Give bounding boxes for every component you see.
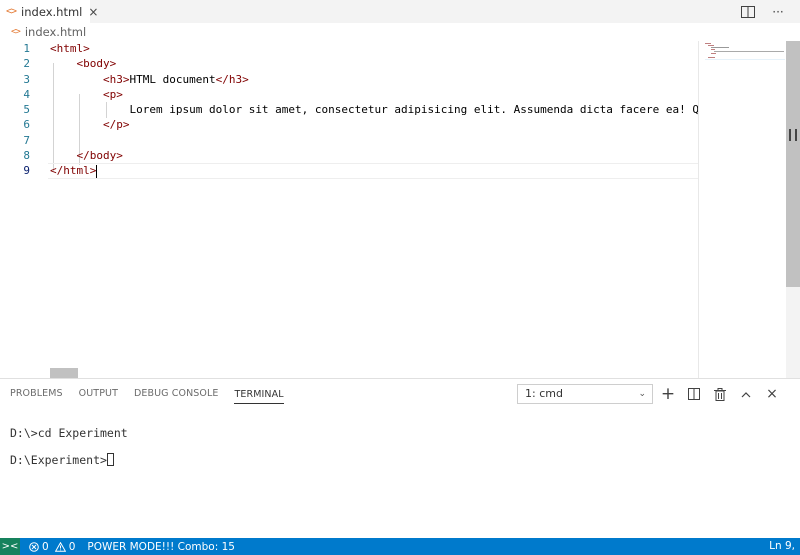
code-text: HTML document [129,72,216,86]
line-number: 3 [23,72,30,86]
minimap-line [711,47,729,48]
minimap-line [705,43,711,44]
editor-actions: ··· [740,0,786,23]
code-tag: <body> [76,57,117,71]
cursor-position[interactable]: Ln 9, [769,538,795,555]
code-line[interactable]: </body> [50,148,698,163]
remote-indicator-icon[interactable]: >< [0,538,20,555]
code-line[interactable]: <body> [50,56,698,71]
line-number: 2 [23,57,30,71]
status-bar: >< 0 0 POWER MODE!!! Combo: 15 Ln 9, [0,538,800,555]
code-tag: <p> [102,87,123,101]
editor-tab-bar: <> index.html × ··· [0,0,800,23]
panel-actions: + × [660,384,780,404]
minimap-line [705,59,785,60]
breadcrumb-file[interactable]: index.html [25,25,86,39]
power-mode-status[interactable]: POWER MODE!!! Combo: 15 [87,541,235,553]
error-icon [29,541,39,552]
code-line[interactable]: <html> [50,41,698,56]
horizontal-scrollbar-thumb[interactable] [50,368,78,378]
line-number: 6 [23,118,30,132]
code-tag: </html> [50,164,97,178]
maximize-panel-icon[interactable] [738,386,754,402]
terminal-select-value: 1: cmd [525,387,563,400]
tab-terminal[interactable]: TERMINAL [234,380,284,404]
line-number-gutter: 1 234 567 89 [0,41,40,179]
panel-tabs: PROBLEMS OUTPUT DEBUG CONSOLE TERMINAL [10,379,284,409]
more-actions-icon[interactable]: ··· [770,4,786,20]
split-terminal-icon[interactable] [686,386,702,402]
code-tag: <html> [50,42,90,55]
close-icon[interactable]: × [88,5,98,19]
code-tag: <h3> [102,72,130,86]
code-line[interactable]: Lorem ipsum dolor sit amet, consectetur … [50,102,698,117]
split-editor-icon[interactable] [740,4,756,20]
line-number: 5 [23,103,30,117]
warning-count: 0 [68,540,76,553]
line-number: 4 [23,87,30,101]
html-file-icon: <> [11,27,21,37]
terminal-select[interactable]: 1: cmd ⌄ [517,384,653,404]
code-lines[interactable]: <html> <body> <h3>HTML document</h3> <p>… [48,41,698,179]
tab-label: index.html [21,4,83,19]
line-number: 9 [23,164,30,178]
line-number: 8 [23,149,30,163]
error-count: 0 [42,540,49,553]
scrollbar-thumb[interactable] [786,41,800,287]
bottom-panel: PROBLEMS OUTPUT DEBUG CONSOLE TERMINAL 1: c… [0,378,800,538]
tab-problems[interactable]: PROBLEMS [10,379,63,409]
close-panel-icon[interactable]: × [764,386,780,402]
tab-index-html[interactable]: <> index.html × [0,0,98,23]
trash-icon[interactable] [712,386,728,402]
tab-debug-console[interactable]: DEBUG CONSOLE [134,379,219,409]
code-line[interactable]: </p> [50,117,698,132]
terminal-line: D:\Experiment> [10,452,128,479]
code-line[interactable] [50,133,698,148]
chevron-down-icon: ⌄ [638,389,646,399]
code-line[interactable]: <p> [50,87,698,102]
vertical-scrollbar[interactable] [786,41,800,378]
breadcrumb: <> index.html [0,23,800,41]
minimap-line [711,49,715,50]
code-text: Lorem ipsum dolor sit amet, consectetur … [129,103,698,117]
minimap[interactable] [698,41,786,378]
scrollbar-cursor-marker [789,129,797,141]
text-cursor [96,164,98,178]
minimap-line [708,57,715,58]
new-terminal-icon[interactable]: + [660,384,676,404]
code-editor[interactable]: 1 234 567 89 <html> <body> <h3>HTML documen… [0,41,698,378]
problems-status[interactable]: 0 0 [29,541,75,553]
tab-output[interactable]: OUTPUT [79,379,118,409]
terminal-cursor [106,453,114,466]
terminal-line: D:\>cd Experiment [10,426,128,440]
minimap-line [708,45,714,46]
minimap-line [711,53,716,54]
warning-icon [54,541,66,552]
minimap-line [714,51,784,52]
line-number: 1 [23,42,30,55]
code-tag: </h3> [215,72,249,86]
html-file-icon: <> [6,6,17,17]
line-number: 7 [23,133,30,147]
code-line[interactable]: </html> [48,163,698,179]
code-tag: </p> [102,118,130,132]
code-line[interactable]: <h3>HTML document</h3> [50,72,698,87]
code-tag: </body> [76,149,123,163]
terminal-output[interactable]: D:\>cd Experiment D:\Experiment> [10,425,128,479]
